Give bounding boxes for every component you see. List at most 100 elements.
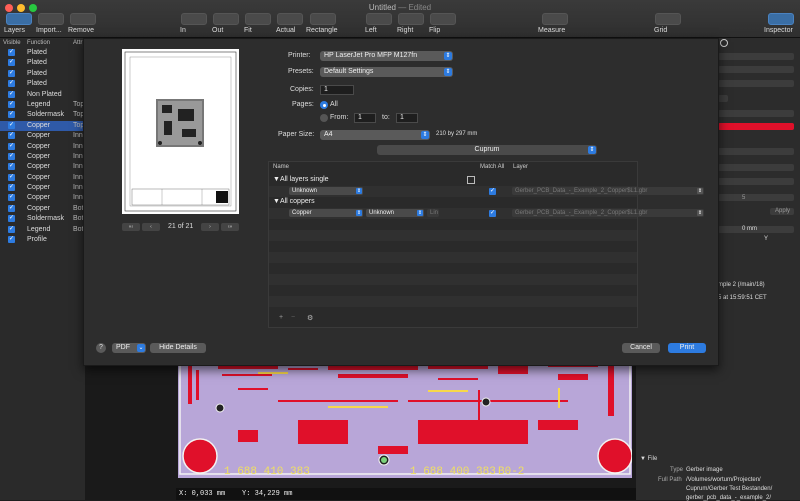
inspector-field-6[interactable] [718,164,794,171]
table-row[interactable]: ▼All coppers [269,197,637,208]
settings-gear-icon[interactable] [720,39,728,47]
copies-field[interactable]: 1 [320,85,354,95]
visibility-checkbox[interactable]: ✓ [8,142,15,150]
remove-toolbar-button[interactable]: Remove [68,13,98,37]
layer-row[interactable]: ✓ Plated [0,58,85,68]
inspector-field-4[interactable] [718,110,794,117]
layer-row[interactable]: ✓ Non Plated [0,90,85,100]
apply-button[interactable]: Apply [770,208,794,215]
visibility-checkbox[interactable]: ✓ [8,163,15,171]
paper-size-select[interactable]: A4 ⇕ [320,130,430,140]
inspector-field-3[interactable] [718,80,794,87]
visibility-checkbox[interactable]: ✓ [8,132,15,140]
visibility-checkbox[interactable]: ✓ [8,121,15,129]
layer-row[interactable]: ✓ Soldermask Top [0,110,85,120]
visible-column-header[interactable]: Visible [3,40,21,46]
match-all-column-header[interactable]: Match All [480,162,504,172]
next-page-button[interactable]: › [201,223,219,231]
add-icon[interactable]: + [279,314,283,321]
previous-page-button[interactable]: ‹ [142,223,160,231]
first-page-button[interactable]: «‹ [122,223,140,231]
from-page-field[interactable]: 1 [354,113,376,123]
layer-file-select[interactable]: Gerber_PCB_Data_-_Example_2_Copper$L1.gb… [512,209,704,217]
layer-row[interactable]: ✓ Legend Bot [0,225,85,235]
hide-details-button[interactable]: Hide Details [150,343,206,353]
zoom-fit-button[interactable]: Fit [244,13,272,37]
table-row[interactable]: Unknown ⇕ ✓ Gerber_PCB_Data_-_Example_2_C… [269,186,704,197]
layer-row[interactable]: ✓ Plated [0,48,85,58]
cancel-button[interactable]: Cancel [622,343,660,353]
visibility-checkbox[interactable]: ✓ [8,152,15,160]
visibility-checkbox[interactable]: ✓ [8,100,15,108]
layer-row[interactable]: ✓ Copper Inn [0,173,85,183]
to-page-field[interactable]: 1 [396,113,418,123]
layers-toolbar-button[interactable]: Layers [4,13,34,37]
measure-button[interactable]: Measure [538,13,572,37]
function-select[interactable]: Unknown ⇕ [289,187,363,195]
visibility-checkbox[interactable]: ✓ [8,194,15,202]
remove-icon[interactable]: − [291,314,295,321]
zoom-actual-button[interactable]: Actual [276,13,304,37]
side-select[interactable]: Lin [427,209,439,217]
layer-row[interactable]: ✓ Copper Bot [0,204,85,214]
visibility-checkbox[interactable]: ✓ [8,225,15,233]
layer-file-select[interactable]: Gerber_PCB_Data_-_Example_2_Copper$L1.gb… [512,187,704,195]
layer-row[interactable]: ✓ Copper Inn [0,131,85,141]
attribute-select[interactable]: Unknown ⇕ [366,209,424,217]
mirror-right-button[interactable]: Right [397,13,425,37]
table-row[interactable]: ▼All layers single [269,175,637,186]
gear-icon[interactable]: ⚙ [307,314,313,322]
layer-row[interactable]: ✓ Copper Inn [0,162,85,172]
last-page-button[interactable]: ›» [221,223,239,231]
copy-icon[interactable] [467,176,475,184]
flip-button[interactable]: Flip [429,13,457,37]
help-button[interactable]: ? [96,343,106,353]
visibility-checkbox[interactable]: ✓ [8,90,15,98]
visibility-checkbox[interactable]: ✓ [8,49,15,56]
inspector-field-5[interactable] [718,148,794,155]
zoom-out-button[interactable]: Out [212,13,240,37]
layer-row[interactable]: ✓ Soldermask Bot [0,214,85,224]
pcb-board-view[interactable]: 1 688 410 383 1 688 400 383 B0-2 [178,360,632,478]
layer-row[interactable]: ✓ Copper Inn [0,183,85,193]
visibility-checkbox[interactable]: ✓ [8,173,15,181]
inspector-stepper[interactable] [718,95,728,102]
match-all-checkbox[interactable]: ✓ [489,210,496,217]
grid-button[interactable]: Grid [654,13,682,37]
print-button[interactable]: Print [668,343,706,353]
layer-color-swatch[interactable] [718,123,794,130]
visibility-checkbox[interactable]: ✓ [8,184,15,192]
pages-all-radio[interactable] [320,101,328,109]
layer-row[interactable]: ✓ Legend Top [0,100,85,110]
layer-row[interactable]: ✓ Copper Inn [0,142,85,152]
layer-row[interactable]: ✓ Copper Inn [0,152,85,162]
match-all-checkbox[interactable]: ✓ [489,188,496,195]
inspector-field-7[interactable] [718,178,794,185]
zero-value-field[interactable]: 0 mm [718,226,794,233]
inspector-button[interactable]: Inspector [764,13,798,37]
attr-column-header[interactable]: Attr [73,40,82,46]
visibility-checkbox[interactable]: ✓ [8,69,15,77]
mirror-left-button[interactable]: Left [365,13,393,37]
inspector-field-2[interactable] [718,66,794,73]
import-toolbar-button[interactable]: Import... [36,13,66,37]
inspector-field-1[interactable] [718,53,794,60]
layer-row[interactable]: ✓ Plated [0,69,85,79]
visibility-checkbox[interactable]: ✓ [8,215,15,223]
zoom-in-button[interactable]: In [180,13,208,37]
name-column-header[interactable]: Name [273,162,289,172]
layer-column-header[interactable]: Layer [513,162,528,172]
layer-row[interactable]: ✓ Profile [0,235,85,245]
table-row[interactable]: Copper ⇕ Unknown ⇕ Lin ✓ Gerber_PCB_Data_-… [269,208,704,219]
layer-row[interactable]: ✓ Copper Inn [0,193,85,203]
layer-row[interactable]: ✓ Plated [0,79,85,89]
layer-row[interactable]: ✓ Copper Top [0,120,85,132]
visibility-checkbox[interactable]: ✓ [8,236,15,244]
file-section-header[interactable]: ▼ File [640,456,657,462]
visibility-checkbox[interactable]: ✓ [8,204,15,212]
visibility-checkbox[interactable]: ✓ [8,80,15,88]
app-options-select[interactable]: Cuprum ⇕ [377,145,597,155]
visibility-checkbox[interactable]: ✓ [8,111,15,119]
printer-select[interactable]: HP LaserJet Pro MFP M127fn ⇕ [320,51,453,61]
pages-range-radio[interactable] [320,114,328,122]
